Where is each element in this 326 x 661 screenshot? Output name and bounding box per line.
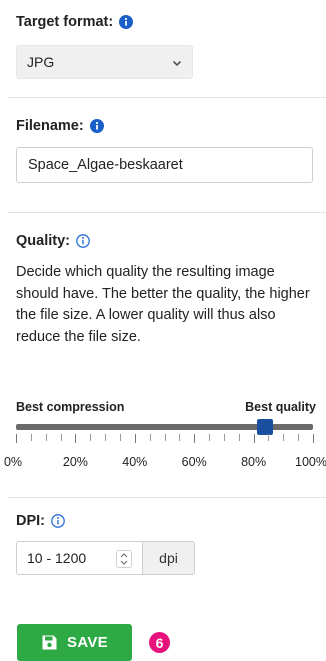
step-number-badge: 6: [149, 632, 170, 653]
slider-tick: [313, 434, 314, 443]
filename-value: Space_Algae-beskaaret: [28, 157, 183, 173]
slider-tick: [46, 434, 47, 441]
target-format-label: Target format:: [16, 14, 114, 30]
slider-tick: [150, 434, 151, 441]
best-quality-label: Best quality: [245, 400, 316, 414]
info-icon[interactable]: [119, 15, 134, 29]
divider: [8, 212, 326, 213]
slider-tick: [135, 434, 136, 443]
slider-tick: [165, 434, 166, 441]
slider-scale-labels: 0% 20% 40% 60% 80% 100%: [0, 455, 326, 471]
slider-tick: [75, 434, 76, 443]
slider-tick: [90, 434, 91, 441]
quality-label: Quality:: [16, 233, 70, 249]
slider-scale-label: 0%: [3, 455, 23, 469]
target-format-value: JPG: [27, 54, 55, 70]
dpi-input[interactable]: 10 - 1200: [16, 541, 142, 575]
slider-tick: [298, 434, 299, 441]
slider-scale-label: 100%: [295, 455, 326, 469]
slider-tick: [61, 434, 62, 441]
chevron-down-icon[interactable]: [120, 560, 128, 565]
slider-tick: [224, 434, 225, 441]
save-button[interactable]: SAVE: [17, 624, 132, 661]
slider-tick: [31, 434, 32, 441]
slider-tick: [179, 434, 180, 441]
save-floppy-icon: [42, 635, 57, 650]
quality-label-row: Quality:: [16, 233, 90, 249]
slider-scale-label: 20%: [62, 455, 88, 469]
target-format-label-row: Target format:: [16, 14, 134, 30]
target-format-select[interactable]: JPG: [16, 45, 193, 79]
dpi-label: DPI:: [16, 513, 45, 529]
slider-labels: Best compression Best quality: [16, 400, 316, 414]
slider-tick: [105, 434, 106, 441]
dpi-placeholder: 10 - 1200: [27, 550, 87, 566]
slider-tick: [194, 434, 195, 443]
chevron-up-icon[interactable]: [120, 553, 128, 558]
dpi-unit-addon: dpi: [142, 541, 195, 575]
slider-tick: [268, 434, 269, 441]
info-icon[interactable]: [89, 119, 104, 133]
dpi-label-row: DPI:: [16, 513, 65, 529]
save-label: SAVE: [67, 634, 108, 651]
slider-scale-label: 80%: [241, 455, 267, 469]
best-compression-label: Best compression: [16, 400, 125, 414]
slider-scale-label: 40%: [122, 455, 148, 469]
slider-tick: [120, 434, 121, 441]
slider-tick: [283, 434, 284, 441]
divider: [8, 97, 326, 98]
slider-tick: [16, 434, 17, 443]
slider-tick: [209, 434, 210, 441]
chevron-down-icon: [172, 60, 182, 67]
filename-input[interactable]: Space_Algae-beskaaret: [16, 147, 313, 183]
filename-label-row: Filename:: [16, 118, 104, 134]
slider-scale-label: 60%: [181, 455, 207, 469]
divider: [8, 497, 326, 498]
slider-tick: [254, 434, 255, 443]
filename-label: Filename:: [16, 118, 84, 134]
number-spinner[interactable]: [116, 550, 132, 568]
quality-description: Decide which quality the resulting image…: [16, 264, 310, 345]
slider-tick: [239, 434, 240, 441]
info-outline-icon[interactable]: [51, 514, 65, 528]
dpi-input-group: 10 - 1200 dpi: [16, 541, 195, 575]
info-outline-icon[interactable]: [76, 234, 90, 248]
slider-ticks: [16, 434, 314, 444]
quality-slider-thumb[interactable]: [257, 419, 274, 435]
